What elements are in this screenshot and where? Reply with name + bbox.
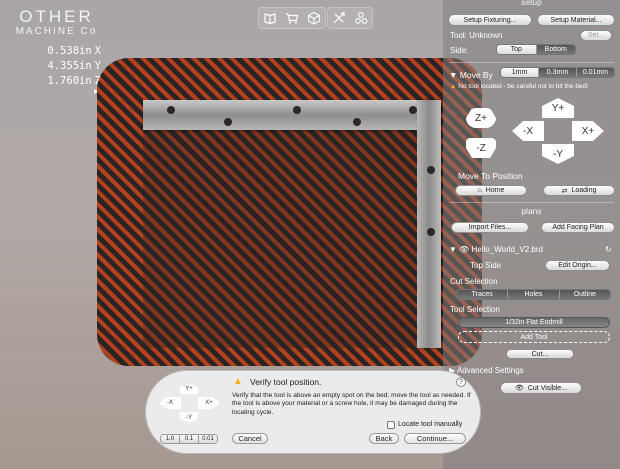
home-button[interactable]: ⌂ Home <box>455 185 527 196</box>
side-label: Side: <box>450 46 469 55</box>
settings-icon[interactable] <box>350 8 372 28</box>
side-option-bottom[interactable]: Bottom <box>536 45 575 54</box>
dialog-step-selector: 1.0 0.1 0.01 <box>160 434 218 444</box>
tool-status-label: Tool: Unknown <box>450 31 503 40</box>
locate-manually-label: Locate tool manually <box>398 421 463 428</box>
add-facing-plan-button[interactable]: Add Facing Plan <box>541 222 615 233</box>
divider <box>449 202 614 203</box>
dialog-warning-icon: ▲ <box>233 376 243 387</box>
move-to-position-label: Move To Position <box>458 171 523 181</box>
move-by-selector: 1mm 0.3mm 0.01mm <box>500 67 615 78</box>
side-option-top[interactable]: Top <box>497 45 537 54</box>
coord-x: 0.538in X <box>47 45 101 57</box>
import-files-button[interactable]: Import Files... <box>451 222 529 233</box>
collapse-arrow-icon[interactable]: ▼ <box>449 245 457 254</box>
dialog-continue-button[interactable]: Continue... <box>404 433 466 444</box>
edit-origin-button[interactable]: Edit Origin... <box>545 260 610 271</box>
setup-material-button[interactable]: Setup Material... <box>537 14 615 26</box>
loading-icon: ⇄ <box>561 187 568 195</box>
screw-hole <box>167 106 175 114</box>
coord-y: 4.355in Y <box>47 60 101 72</box>
dialog-cancel-button[interactable]: Cancel <box>232 433 268 444</box>
dialog-step-1[interactable]: 1.0 <box>161 435 180 443</box>
cut-option-holes[interactable]: Holes <box>508 290 560 299</box>
dialog-back-button[interactable]: Back <box>369 433 399 444</box>
move-by-1mm[interactable]: 1mm <box>501 68 539 77</box>
plan-file-row[interactable]: ▼ 👁 Hello_World_V2.brd <box>449 245 543 254</box>
axes-icon[interactable] <box>328 8 350 28</box>
cube-icon[interactable] <box>303 8 325 28</box>
loading-button[interactable]: ⇄ Loading <box>543 185 615 196</box>
screw-hole <box>409 106 417 114</box>
move-by-001mm[interactable]: 0.01mm <box>577 68 614 77</box>
cut-selection-label: Cut Selection <box>450 277 498 286</box>
cut-option-outline[interactable]: Outline <box>559 290 610 299</box>
cut-selection-selector: Traces Holes Outline <box>456 289 611 300</box>
move-by-03mm[interactable]: 0.3mm <box>539 68 577 77</box>
cart-icon[interactable] <box>281 8 303 28</box>
screw-hole <box>427 166 435 174</box>
screw-hole <box>224 118 232 126</box>
eye-icon[interactable]: 👁 <box>459 245 469 254</box>
advanced-settings-toggle[interactable]: ▶ Advanced Settings <box>449 366 524 375</box>
plans-section-title: plans <box>521 206 542 216</box>
dialog-step-01[interactable]: 0.1 <box>180 435 199 443</box>
fixture-bracket-right <box>417 100 441 348</box>
side-selector: Top Bottom <box>496 44 576 55</box>
cut-option-traces[interactable]: Traces <box>457 290 509 299</box>
jog-z-plus-button[interactable]: Z+ <box>466 108 496 128</box>
help-button[interactable]: ? <box>456 377 466 387</box>
fixture-bracket-top <box>143 100 441 130</box>
book-icon[interactable] <box>259 8 281 28</box>
view-toolbar <box>258 7 373 29</box>
refresh-icon[interactable]: ↻ <box>605 245 612 254</box>
add-tool-button[interactable]: Add Tool <box>458 331 610 343</box>
tool-selection-label: Tool Selection <box>450 305 500 314</box>
dialog-step-001[interactable]: 0.01 <box>199 435 217 443</box>
tool-option-flat-endmill[interactable]: 1/32in Flat Endmill <box>458 317 610 328</box>
set-tool-button[interactable]: Set... <box>580 30 612 41</box>
divider <box>449 62 614 63</box>
cut-button[interactable]: Cut... <box>506 349 574 359</box>
position-readout: 0.538inX 4.355inY 1.760inZ <box>6 44 101 89</box>
app-logo: OTHER MACHINE Co <box>9 8 104 38</box>
eye-icon: 👁 <box>514 385 524 392</box>
material-plate <box>143 100 441 348</box>
setup-section-title: setup <box>521 0 542 7</box>
coord-z: 1.760inZ <box>47 75 101 87</box>
screw-hole <box>293 106 301 114</box>
logo-line-1: OTHER <box>19 7 94 26</box>
warning-icon: ▲ <box>450 83 457 90</box>
jog-z-minus-button[interactable]: -Z <box>466 138 496 158</box>
dialog-message: Verify that the tool is above an empty s… <box>232 392 471 416</box>
tool-toolbar-group <box>327 7 373 29</box>
no-tool-warning: ▲ No tool located - be careful not to hi… <box>450 83 588 90</box>
move-by-label[interactable]: ▼ Move By <box>449 70 493 80</box>
cut-visible-button[interactable]: 👁 Cut Visible... <box>500 382 582 394</box>
home-icon: ⌂ <box>477 187 482 194</box>
locate-manually-checkbox[interactable] <box>387 421 395 429</box>
screw-hole <box>427 228 435 236</box>
logo-line-2: MACHINE Co <box>15 26 98 37</box>
plan-side-label: Top Side <box>470 261 502 270</box>
screw-hole <box>353 118 361 126</box>
view-toolbar-group <box>258 7 326 29</box>
dialog-title: Verify tool position. <box>250 377 322 387</box>
setup-fixturing-button[interactable]: Setup Fixturing... <box>448 14 532 26</box>
